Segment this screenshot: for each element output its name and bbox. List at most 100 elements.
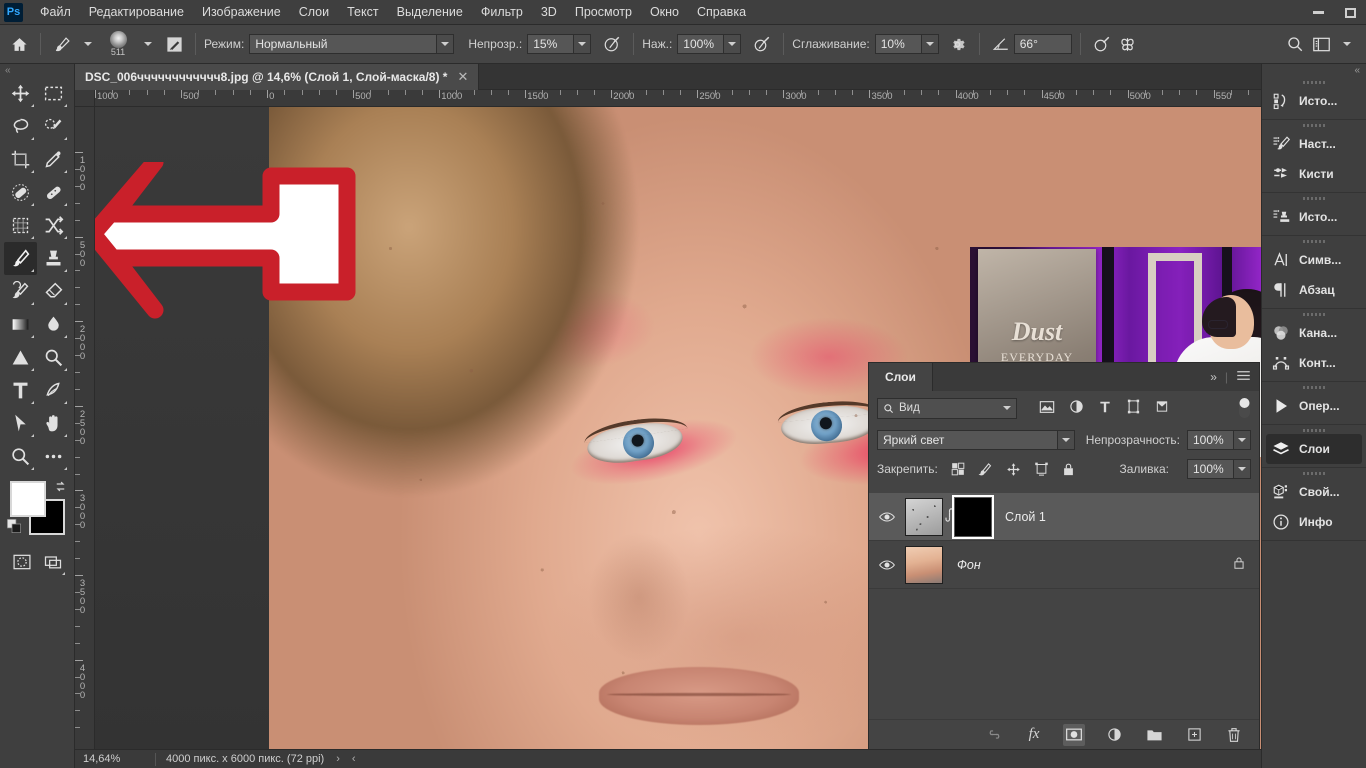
chevron-down-icon[interactable] — [1003, 406, 1011, 410]
default-colors-icon[interactable] — [6, 518, 22, 537]
dock-item-properties[interactable]: Свой... — [1262, 477, 1366, 507]
table-row[interactable]: Фон — [869, 541, 1259, 589]
swap-colors-icon[interactable] — [53, 479, 68, 497]
maximize-button[interactable] — [1334, 0, 1366, 25]
brush-tool[interactable] — [4, 242, 37, 275]
mask-link-icon[interactable] — [943, 508, 955, 525]
dock-item-layers[interactable]: Слои — [1266, 434, 1362, 464]
dock-item-history[interactable]: Исто... — [1262, 86, 1366, 116]
dock-group-handle[interactable] — [1262, 470, 1366, 477]
opacity-chevron[interactable] — [573, 34, 592, 54]
chevron-right-icon[interactable]: › — [324, 753, 340, 765]
layer-visibility-toggle[interactable] — [869, 511, 905, 523]
airbrush-icon[interactable] — [749, 31, 775, 57]
dodge-tool[interactable] — [4, 341, 37, 374]
menu-item-текст[interactable]: Текст — [338, 2, 387, 22]
dock-item-brush-settings[interactable]: Наст... — [1262, 129, 1366, 159]
flow-input[interactable]: 100% — [677, 34, 742, 54]
lock-nesting-icon[interactable] — [1034, 462, 1049, 477]
lock-all-icon[interactable] — [1062, 462, 1075, 477]
symmetry-butterfly-icon[interactable] — [1115, 31, 1141, 57]
panel-menu-icon[interactable] — [1236, 369, 1251, 385]
spot-healing-brush-tool[interactable] — [4, 176, 37, 209]
dock-item-channels[interactable]: Кана... — [1262, 318, 1366, 348]
rectangular-marquee-tool[interactable] — [37, 77, 70, 110]
brush-preset-chevron[interactable] — [135, 31, 161, 57]
dock-group-handle[interactable] — [1262, 122, 1366, 129]
dock-item-info[interactable]: Инфо — [1262, 507, 1366, 537]
dock-group-handle[interactable] — [1262, 195, 1366, 202]
menu-item-окно[interactable]: Окно — [641, 2, 688, 22]
dock-item-brushes[interactable]: Кисти — [1262, 159, 1366, 189]
blend-mode-chevron[interactable] — [436, 34, 455, 54]
smoothing-chevron[interactable] — [920, 34, 939, 54]
hand-tool[interactable] — [37, 407, 70, 440]
gradient-tool[interactable] — [4, 308, 37, 341]
type-tool[interactable] — [4, 374, 37, 407]
lock-transparency-icon[interactable] — [951, 462, 965, 476]
move-tool[interactable] — [4, 77, 37, 110]
delete-layer-icon[interactable] — [1223, 724, 1245, 746]
angle-value[interactable]: 66° — [1013, 34, 1072, 54]
type-filter-icon[interactable] — [1098, 400, 1112, 417]
layer-name[interactable]: Фон — [957, 558, 981, 572]
smoothing-input[interactable]: 10% — [874, 34, 939, 54]
lock-image-icon[interactable] — [978, 462, 993, 477]
home-icon[interactable] — [6, 31, 32, 57]
new-group-icon[interactable] — [1143, 724, 1165, 746]
zoom-tool[interactable] — [4, 440, 37, 473]
menu-item-3d[interactable]: 3D — [532, 2, 566, 22]
double-chevron-icon[interactable]: » — [1210, 370, 1217, 384]
blur-tool[interactable] — [37, 308, 70, 341]
brush-icon[interactable] — [49, 31, 75, 57]
pressure-size-icon[interactable] — [1089, 31, 1115, 57]
foreground-color-swatch[interactable] — [10, 481, 46, 517]
layers-list[interactable]: Слой 1 Фон — [869, 493, 1259, 719]
toolbar-collapse-handle[interactable]: « — [0, 64, 74, 77]
layer-blend-mode-select[interactable]: Яркий свет — [877, 430, 1075, 450]
layer-visibility-toggle[interactable] — [869, 559, 905, 571]
layer-thumbnail[interactable] — [905, 497, 943, 536]
menu-item-редактирование[interactable]: Редактирование — [80, 2, 193, 22]
new-layer-icon[interactable] — [1183, 724, 1205, 746]
layer-filter-select[interactable]: Вид — [877, 397, 1017, 419]
zoom-level[interactable]: 14,64% — [75, 753, 155, 765]
eraser-tool[interactable] — [37, 275, 70, 308]
table-row[interactable]: Слой 1 — [869, 493, 1259, 541]
menu-item-файл[interactable]: Файл — [31, 2, 80, 22]
patch-tool[interactable] — [37, 209, 70, 242]
quick-selection-tool[interactable] — [37, 110, 70, 143]
brush-panel-icon[interactable] — [161, 31, 187, 57]
dock-item-paragraph[interactable]: Абзац — [1262, 275, 1366, 305]
sharpen-tool[interactable] — [37, 341, 70, 374]
fill-input[interactable]: 100% — [1187, 459, 1251, 479]
pen-tool[interactable] — [37, 374, 70, 407]
chevron-left-icon[interactable]: ‹ — [340, 753, 356, 765]
shape-filter-icon[interactable] — [1126, 399, 1141, 417]
adjustment-layer-icon[interactable] — [1103, 724, 1125, 746]
layer-style-fx-icon[interactable]: fx — [1023, 724, 1045, 746]
dock-item-actions-play[interactable]: Опер... — [1262, 391, 1366, 421]
menu-item-слои[interactable]: Слои — [290, 2, 338, 22]
dock-item-clone-source[interactable]: Исто... — [1262, 202, 1366, 232]
search-icon[interactable] — [1282, 31, 1308, 57]
dock-group-handle[interactable] — [1262, 311, 1366, 318]
blend-mode-select[interactable]: Нормальный — [249, 34, 455, 54]
filter-toggle-switch[interactable] — [1238, 396, 1251, 420]
menu-item-фильтр[interactable]: Фильтр — [472, 2, 532, 22]
document-tab[interactable]: DSC_006чччччччччччч8.jpg @ 14,6% (Слой 1… — [75, 64, 480, 90]
link-layers-icon[interactable] — [983, 724, 1005, 746]
screen-mode-icon[interactable] — [37, 545, 68, 578]
lock-position-icon[interactable] — [1006, 462, 1021, 477]
clone-stamp-tool[interactable] — [37, 242, 70, 275]
dock-item-paths[interactable]: Конт... — [1262, 348, 1366, 378]
layer-thumbnail[interactable] — [905, 545, 943, 584]
edit-toolbar[interactable] — [37, 440, 70, 473]
fill-chevron[interactable] — [1233, 459, 1251, 479]
crop-tool[interactable] — [4, 143, 37, 176]
gear-icon[interactable] — [945, 31, 971, 57]
menu-item-просмотр[interactable]: Просмотр — [566, 2, 641, 22]
healing-brush-tool[interactable] — [37, 176, 70, 209]
workspace-switcher-icon[interactable] — [1308, 31, 1334, 57]
brush-dropdown-chevron[interactable] — [75, 31, 101, 57]
